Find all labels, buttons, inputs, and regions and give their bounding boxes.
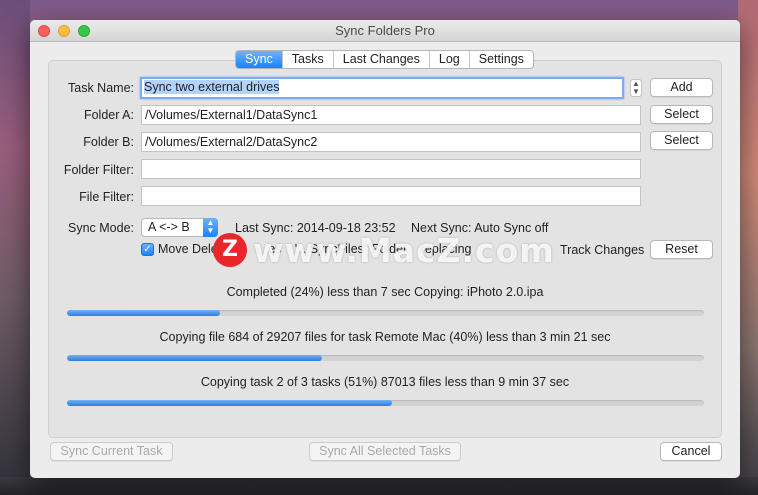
progress-3-fill: [67, 400, 392, 406]
tab-tasks[interactable]: Tasks: [283, 51, 334, 68]
progress-2-fill: [67, 355, 322, 361]
watermark: Z www.MacZ.com: [213, 231, 554, 270]
folder-b-field[interactable]: /Volumes/External2/DataSync2: [141, 132, 641, 152]
watermark-text: www.MacZ.com: [253, 231, 555, 270]
folder-filter-label: Folder Filter:: [63, 163, 134, 177]
reset-button[interactable]: Reset: [650, 240, 713, 259]
file-filter-field[interactable]: [141, 186, 641, 206]
sync-current-task-button[interactable]: Sync Current Task: [50, 442, 173, 461]
close-window-button[interactable]: [38, 25, 50, 37]
progress-3-bar: [67, 400, 704, 406]
folder-filter-field[interactable]: [141, 159, 641, 179]
track-changes-label: Track Changes: [560, 243, 645, 257]
select-folder-b-button[interactable]: Select: [650, 131, 713, 150]
title-bar: Sync Folders Pro: [30, 20, 740, 42]
tab-sync[interactable]: Sync: [236, 51, 283, 68]
tab-settings[interactable]: Settings: [470, 51, 533, 68]
sync-mode-value: A <-> B: [148, 220, 190, 234]
minimize-window-button[interactable]: [58, 25, 70, 37]
file-filter-label: File Filter:: [79, 190, 134, 204]
tab-last-changes[interactable]: Last Changes: [334, 51, 430, 68]
sync-all-selected-tasks-button[interactable]: Sync All Selected Tasks: [309, 442, 461, 461]
select-folder-a-button[interactable]: Select: [650, 105, 713, 124]
tab-bar: Sync Tasks Last Changes Log Settings: [235, 50, 534, 69]
task-stepper[interactable]: ▲ ▼: [630, 79, 642, 97]
folder-b-label: Folder B:: [83, 135, 134, 149]
task-name-label: Task Name:: [68, 81, 134, 95]
progress-1-text: Completed (24%) less than 7 sec Copying:…: [226, 285, 544, 299]
sync-mode-label: Sync Mode:: [67, 221, 134, 235]
progress-2-text: Copying file 684 of 29207 files for task…: [159, 330, 611, 344]
window-title: Sync Folders Pro: [335, 23, 435, 38]
progress-3-text: Copying task 2 of 3 tasks (51%) 87013 fi…: [200, 375, 570, 389]
folder-a-label: Folder A:: [83, 108, 134, 122]
task-name-field[interactable]: Sync two external drives: [140, 77, 624, 99]
watermark-logo-icon: Z: [213, 233, 247, 267]
desktop-wallpaper-left: [0, 0, 30, 495]
sync-mode-popup[interactable]: A <-> B ▲ ▼: [141, 218, 218, 237]
zoom-window-button[interactable]: [78, 25, 90, 37]
progress-1-bar: [67, 310, 704, 316]
add-task-button[interactable]: Add: [650, 78, 713, 97]
desktop-dock-edge: [0, 477, 758, 495]
progress-1-fill: [67, 310, 220, 316]
move-deleted-checkbox[interactable]: ✓: [141, 243, 154, 256]
folder-a-field[interactable]: /Volumes/External1/DataSync1: [141, 105, 641, 125]
task-name-value: Sync two external drives: [144, 80, 280, 94]
progress-2-bar: [67, 355, 704, 361]
cancel-button[interactable]: Cancel: [660, 442, 722, 461]
desktop-wallpaper-right: [738, 0, 758, 495]
app-window: Sync Folders Pro Sync Tasks Last Changes…: [30, 20, 740, 478]
tab-log[interactable]: Log: [430, 51, 470, 68]
